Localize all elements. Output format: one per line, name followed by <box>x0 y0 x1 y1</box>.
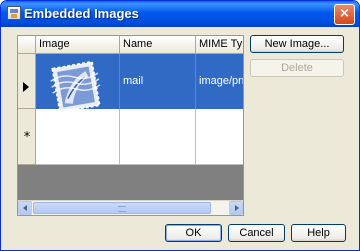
current-row-arrow-icon <box>23 82 29 92</box>
grid-header: Image Name MIME Type <box>18 36 243 54</box>
scroll-left-button[interactable] <box>18 201 32 215</box>
new-row-header[interactable]: * <box>18 109 36 165</box>
title-bar[interactable]: Embedded Images × <box>1 1 359 27</box>
column-header-name[interactable]: Name <box>120 36 196 53</box>
window-title: Embedded Images <box>24 6 139 21</box>
image-cell[interactable] <box>36 54 120 109</box>
mime-type-cell[interactable]: image/png <box>196 54 243 109</box>
horizontal-scrollbar[interactable] <box>18 200 243 215</box>
scrollbar-thumb[interactable] <box>33 202 211 214</box>
chevron-left-icon <box>23 205 27 211</box>
new-row-star-icon: * <box>23 130 31 145</box>
new-image-button[interactable]: New Image... <box>250 35 344 53</box>
cancel-button[interactable]: Cancel <box>228 224 285 242</box>
help-button[interactable]: Help <box>291 224 346 242</box>
table-row[interactable]: mail image/png <box>18 54 243 109</box>
ok-button[interactable]: OK <box>165 224 222 242</box>
close-button[interactable]: × <box>334 4 355 25</box>
column-header-mime-type[interactable]: MIME Type <box>196 36 243 53</box>
chevron-right-icon <box>235 205 239 211</box>
new-mime-type-cell[interactable] <box>196 109 243 165</box>
new-row[interactable]: * <box>18 109 243 165</box>
column-header-image[interactable]: Image <box>36 36 120 53</box>
delete-button[interactable]: Delete <box>250 59 344 77</box>
scroll-right-button[interactable] <box>229 201 243 215</box>
row-header-corner <box>18 36 36 53</box>
new-image-cell[interactable] <box>36 109 120 165</box>
embedded-images-dialog: Embedded Images × Image Name MIME Type <box>0 0 360 251</box>
mail-stamp-icon <box>50 60 101 109</box>
app-icon <box>7 6 21 20</box>
new-name-cell[interactable] <box>120 109 196 165</box>
images-grid[interactable]: Image Name MIME Type <box>17 35 244 216</box>
row-header[interactable] <box>18 54 36 109</box>
name-cell[interactable]: mail <box>120 54 196 109</box>
